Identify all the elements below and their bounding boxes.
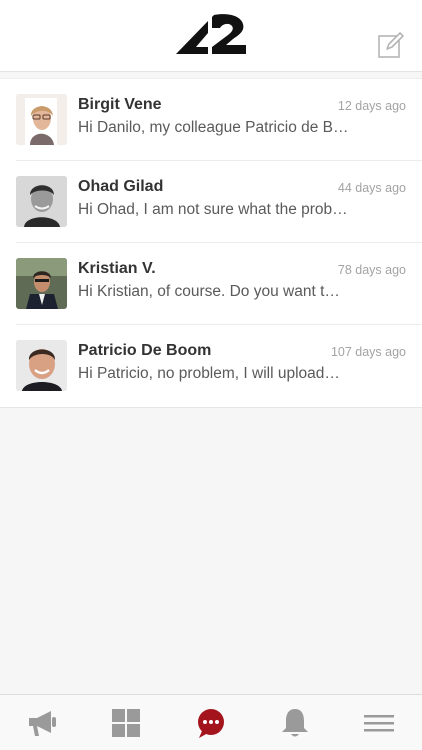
tab-announcements[interactable] — [25, 707, 59, 739]
top-bar — [0, 0, 422, 72]
grid-icon — [112, 709, 140, 737]
message-preview: Hi Ohad, I am not sure what the prob… — [78, 201, 348, 218]
contact-name: Birgit Vene — [78, 96, 162, 113]
conversation-row[interactable]: Kristian V. 78 days ago Hi Kristian, of … — [16, 243, 422, 325]
chat-icon — [198, 709, 224, 738]
tab-messages[interactable] — [194, 707, 228, 739]
contact-name: Kristian V. — [78, 260, 156, 277]
conversation-row[interactable]: Ohad Gilad 44 days ago Hi Ohad, I am not… — [16, 161, 422, 243]
message-preview: Hi Patricio, no problem, I will upload… — [78, 365, 340, 382]
message-time: 12 days ago — [337, 99, 406, 113]
menu-icon — [364, 715, 394, 732]
contact-name: Ohad Gilad — [78, 178, 164, 195]
message-time: 44 days ago — [337, 181, 406, 195]
compose-icon[interactable] — [377, 31, 405, 59]
tab-dashboard[interactable] — [109, 707, 143, 739]
conversation-row[interactable]: Birgit Vene 12 days ago Hi Danilo, my co… — [16, 79, 422, 161]
avatar — [16, 258, 67, 309]
conversation-list: Birgit Vene 12 days ago Hi Danilo, my co… — [0, 78, 422, 408]
megaphone-icon — [29, 711, 56, 736]
message-time: 78 days ago — [337, 263, 406, 277]
avatar — [16, 94, 67, 145]
42-logo — [176, 14, 246, 54]
message-preview: Hi Kristian, of course. Do you want t… — [78, 283, 340, 300]
bell-icon — [282, 709, 308, 737]
avatar — [16, 340, 67, 391]
avatar — [16, 176, 67, 227]
conversation-row[interactable]: Patricio De Boom 107 days ago Hi Patrici… — [16, 325, 422, 407]
tab-notifications[interactable] — [278, 707, 312, 739]
message-preview: Hi Danilo, my colleague Patricio de B… — [78, 119, 349, 136]
tab-bar — [0, 694, 422, 750]
tab-menu[interactable] — [362, 707, 396, 739]
contact-name: Patricio De Boom — [78, 342, 212, 359]
message-time: 107 days ago — [330, 345, 406, 359]
